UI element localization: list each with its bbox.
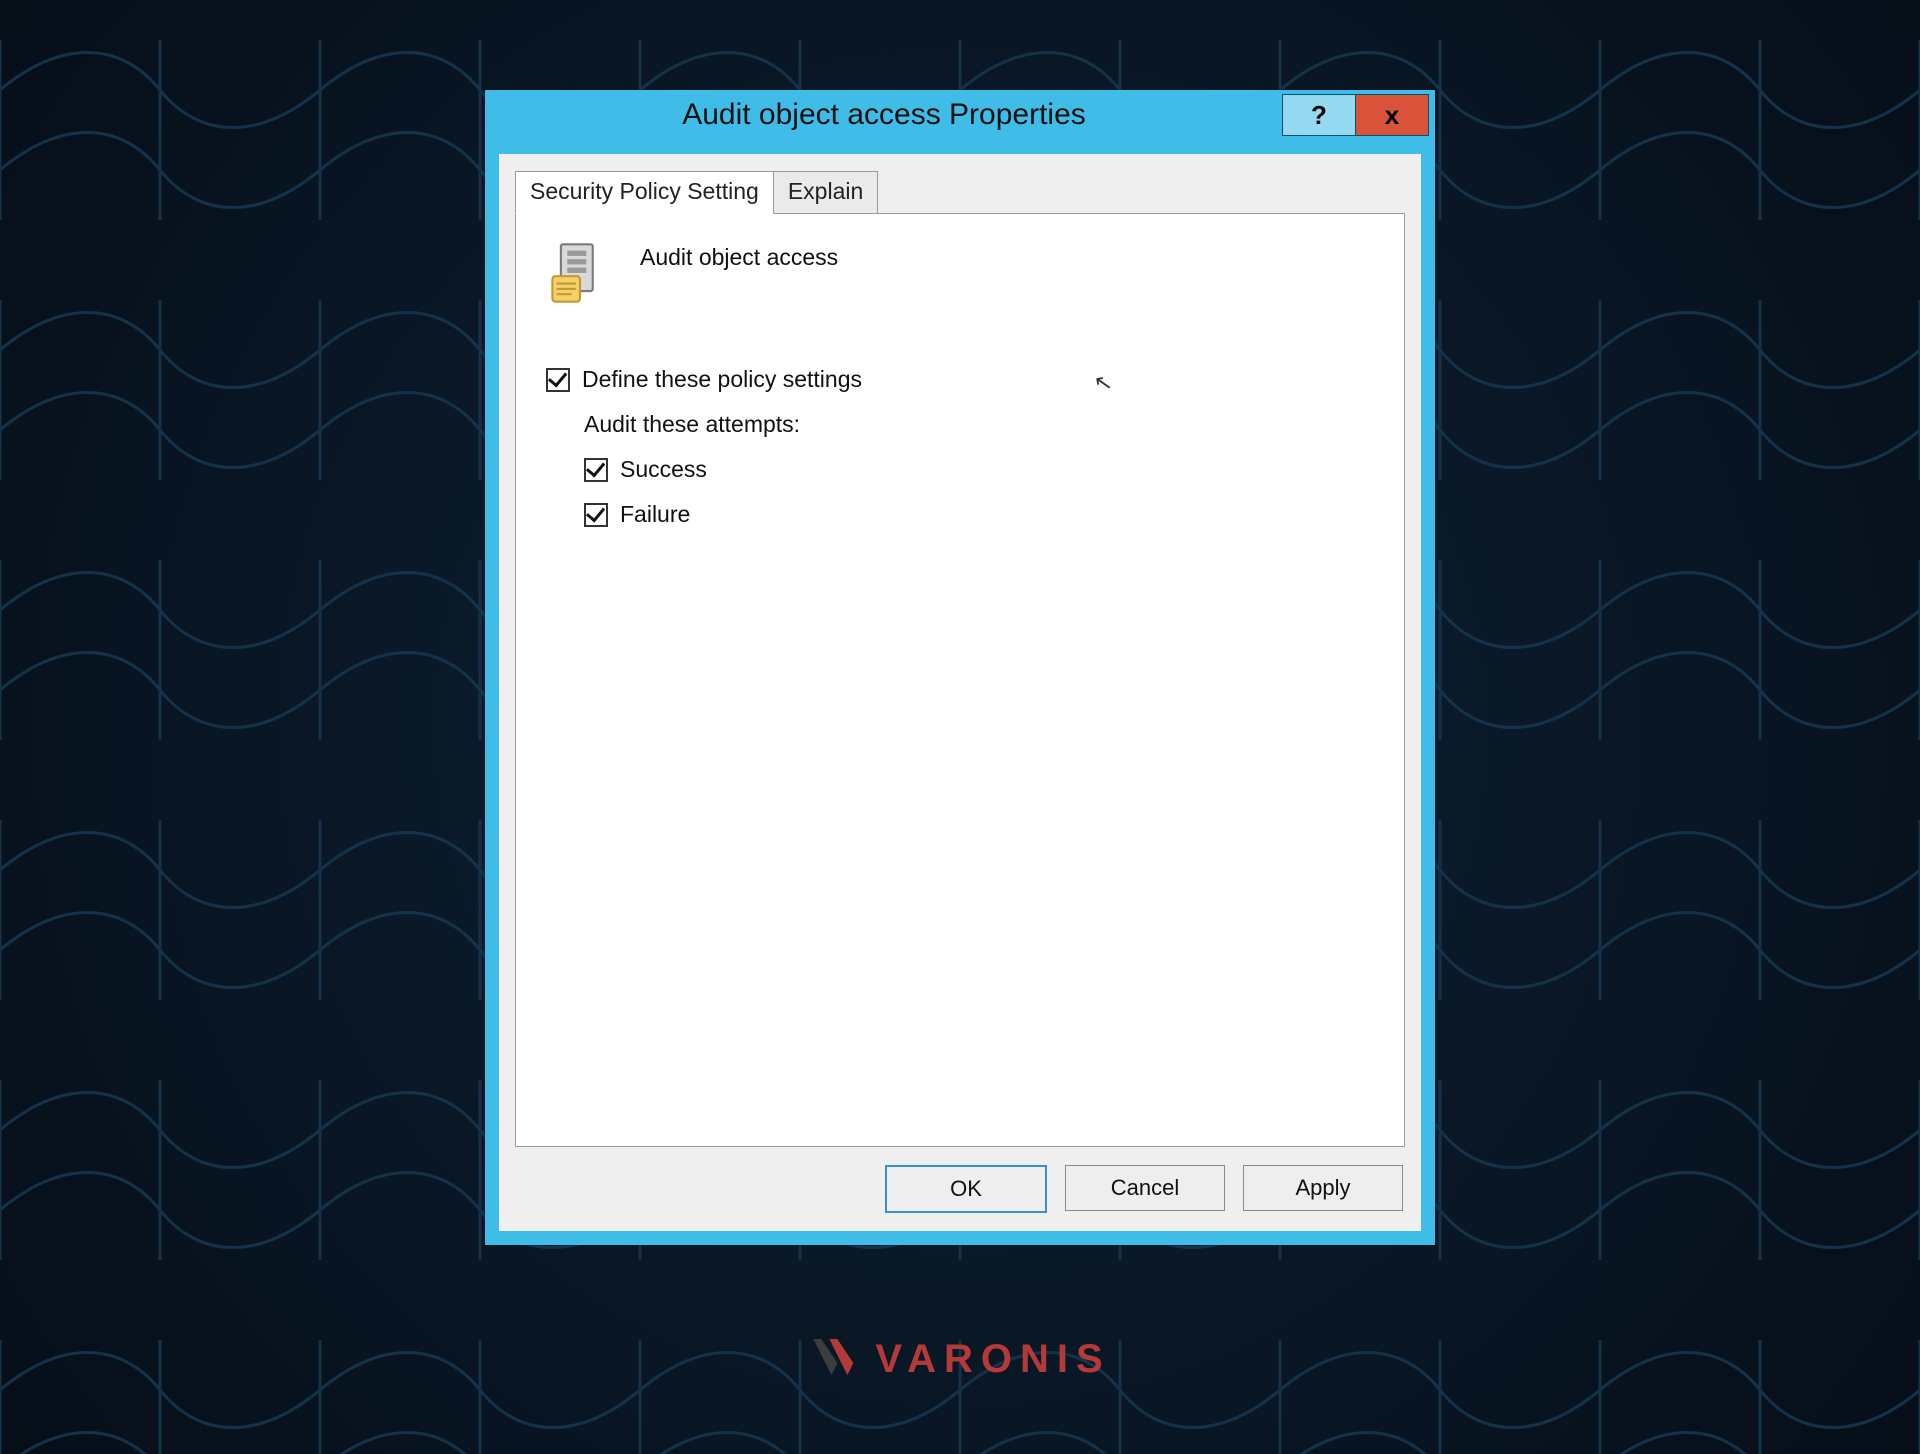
apply-button[interactable]: Apply	[1243, 1165, 1403, 1211]
dialog-title: Audit object access Properties	[485, 90, 1283, 140]
close-button[interactable]: x	[1355, 94, 1429, 136]
success-checkbox[interactable]	[584, 458, 608, 482]
policy-name-label: Audit object access	[640, 240, 838, 271]
varonis-brand: VARONIS	[809, 1335, 1110, 1384]
define-policy-checkbox[interactable]	[546, 368, 570, 392]
tab-explain[interactable]: Explain	[774, 171, 878, 214]
titlebar[interactable]: Audit object access Properties ? x	[485, 90, 1435, 140]
success-row[interactable]: Success	[584, 456, 1374, 483]
tab-bar: Security Policy Setting Explain	[515, 170, 1405, 213]
varonis-wordmark: VARONIS	[875, 1337, 1110, 1382]
varonis-mark-icon	[809, 1335, 865, 1384]
failure-checkbox[interactable]	[584, 503, 608, 527]
failure-row[interactable]: Failure	[584, 501, 1374, 528]
help-button[interactable]: ?	[1282, 94, 1356, 136]
ok-button[interactable]: OK	[885, 1165, 1047, 1213]
tab-security-policy-setting[interactable]: Security Policy Setting	[515, 171, 774, 214]
define-policy-row[interactable]: Define these policy settings	[546, 366, 1374, 393]
audit-attempts-label: Audit these attempts:	[584, 411, 1374, 438]
define-policy-label: Define these policy settings	[582, 366, 862, 393]
tab-panel: Audit object access Define these policy …	[515, 213, 1405, 1147]
policy-server-icon	[546, 240, 614, 308]
failure-label: Failure	[620, 501, 690, 528]
dialog-button-row: OK Cancel Apply	[499, 1147, 1421, 1231]
properties-dialog: Audit object access Properties ? x Secur…	[485, 90, 1435, 1245]
cancel-button[interactable]: Cancel	[1065, 1165, 1225, 1211]
success-label: Success	[620, 456, 707, 483]
